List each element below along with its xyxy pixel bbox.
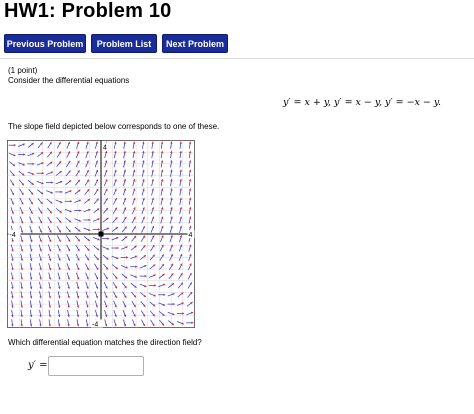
previous-problem-button[interactable]: Previous Problem — [4, 34, 86, 53]
next-problem-button[interactable]: Next Problem — [162, 34, 228, 53]
tick-label-x-min: -4 — [10, 232, 16, 239]
problem-list-button[interactable]: Problem List — [91, 34, 157, 53]
equations: y′ = x + y, y′ = x − y, y′ = −x − y. — [283, 97, 442, 108]
tick-label-y-max: 4 — [103, 145, 107, 152]
page-title: HW1: Problem 10 — [4, 0, 172, 22]
tick-label-x-max: 4 — [189, 232, 193, 239]
answer-input[interactable] — [48, 356, 144, 376]
answer-label: y′ = — [28, 360, 48, 371]
field-caption: The slope field depicted below correspon… — [8, 122, 220, 131]
slope-field-chart: -4 4 4 -4 — [7, 140, 195, 329]
question-text: Which differential equation matches the … — [8, 338, 202, 347]
points-label: (1 point) — [8, 66, 38, 75]
tick-label-y-min: -4 — [92, 322, 98, 329]
problem-intro: Consider the differential equations — [8, 76, 130, 85]
origin-marker — [98, 231, 104, 237]
divider — [0, 58, 474, 59]
